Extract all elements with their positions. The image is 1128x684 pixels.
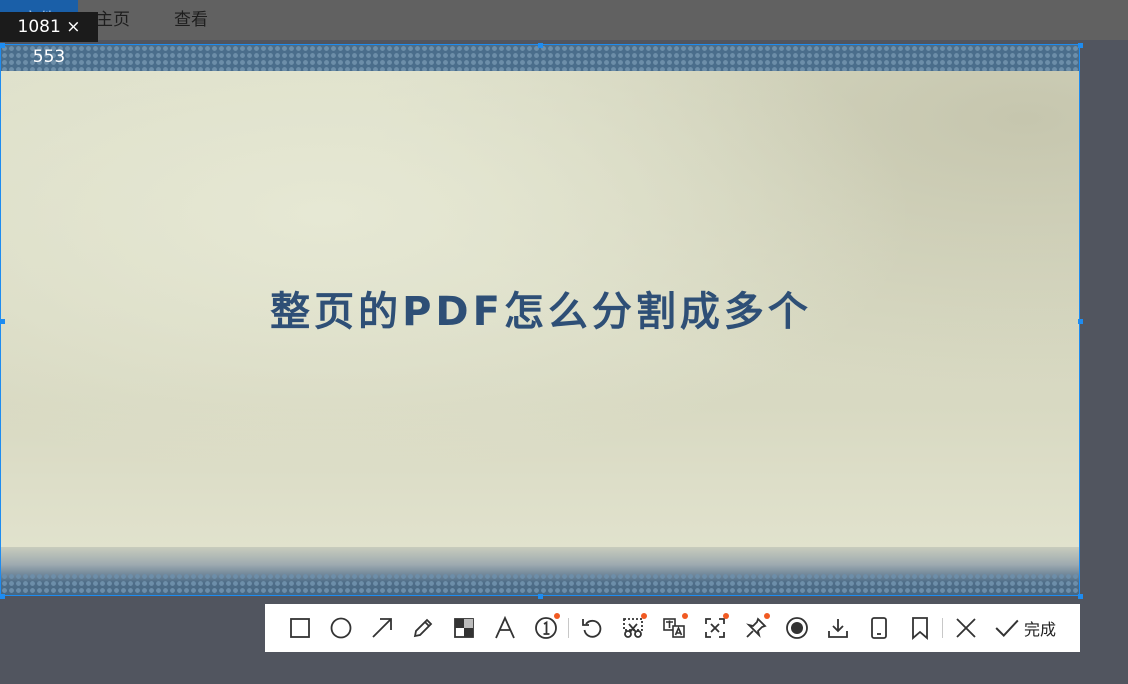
number-marker-icon: [534, 617, 557, 639]
record-tool[interactable]: [776, 604, 817, 652]
toolbar-separator: [942, 618, 943, 638]
arrow-tool[interactable]: [361, 604, 402, 652]
menu-tab-view[interactable]: 查看: [174, 0, 208, 40]
app-menubar: 文件 主页 查看: [0, 0, 1128, 40]
bookmark-icon: [911, 617, 928, 640]
new-badge-dot: [723, 613, 729, 619]
new-badge-dot: [764, 613, 770, 619]
done-button[interactable]: 完成: [986, 604, 1066, 652]
resize-handle-bottom-left[interactable]: [0, 594, 5, 599]
rectangle-tool[interactable]: [279, 604, 320, 652]
undo-tool[interactable]: [571, 604, 612, 652]
new-badge-dot: [554, 613, 560, 619]
slide-title: 整页的PDF怎么分割成多个: [270, 289, 812, 335]
resize-handle-top[interactable]: [538, 43, 543, 48]
pencil-icon: [413, 618, 432, 638]
undo-icon: [581, 619, 601, 638]
rectangle-icon: [289, 618, 310, 638]
selection-size-readout: 1081 × 553: [0, 12, 98, 67]
check-icon: [995, 619, 1019, 637]
toolbar-separator: [568, 618, 569, 638]
new-badge-dot: [641, 613, 647, 619]
menu-tab-home[interactable]: 主页: [96, 0, 130, 40]
resize-handle-left[interactable]: [0, 319, 5, 324]
ocr-icon: [704, 618, 725, 638]
slide-bottom-band: [1, 547, 1079, 595]
record-icon: [785, 617, 808, 639]
scissors-tool[interactable]: [612, 604, 653, 652]
number-marker-tool[interactable]: [525, 604, 566, 652]
translate-icon: [662, 618, 685, 638]
resize-handle-top-left[interactable]: [0, 43, 5, 48]
new-badge-dot: [682, 613, 688, 619]
pin-icon: [745, 617, 767, 638]
resize-handle-top-right[interactable]: [1078, 43, 1083, 48]
done-label: 完成: [1024, 620, 1057, 639]
bookmark-tool[interactable]: [899, 604, 940, 652]
close-icon: [955, 618, 976, 638]
download-tool[interactable]: [817, 604, 858, 652]
phone-icon: [870, 617, 887, 639]
text-icon: [494, 616, 515, 639]
text-tool[interactable]: [484, 604, 525, 652]
arrow-icon: [371, 618, 392, 638]
pencil-tool[interactable]: [402, 604, 443, 652]
annotation-toolbar: 完成: [265, 604, 1080, 652]
download-icon: [827, 619, 848, 638]
ocr-tool[interactable]: [694, 604, 735, 652]
mosaic-icon: [453, 618, 474, 638]
slide-top-band: [1, 45, 1079, 71]
ellipse-tool[interactable]: [320, 604, 361, 652]
translate-tool[interactable]: [653, 604, 694, 652]
resize-handle-bottom[interactable]: [538, 594, 543, 599]
phone-tool[interactable]: [858, 604, 899, 652]
mosaic-tool[interactable]: [443, 604, 484, 652]
scissors-icon: [622, 618, 643, 638]
resize-handle-right[interactable]: [1078, 319, 1083, 324]
resize-handle-bottom-right[interactable]: [1078, 594, 1083, 599]
screenshot-selection[interactable]: 整页的PDF怎么分割成多个: [0, 44, 1080, 596]
pin-tool[interactable]: [735, 604, 776, 652]
ellipse-icon: [330, 617, 351, 639]
cancel-button[interactable]: [945, 604, 986, 652]
